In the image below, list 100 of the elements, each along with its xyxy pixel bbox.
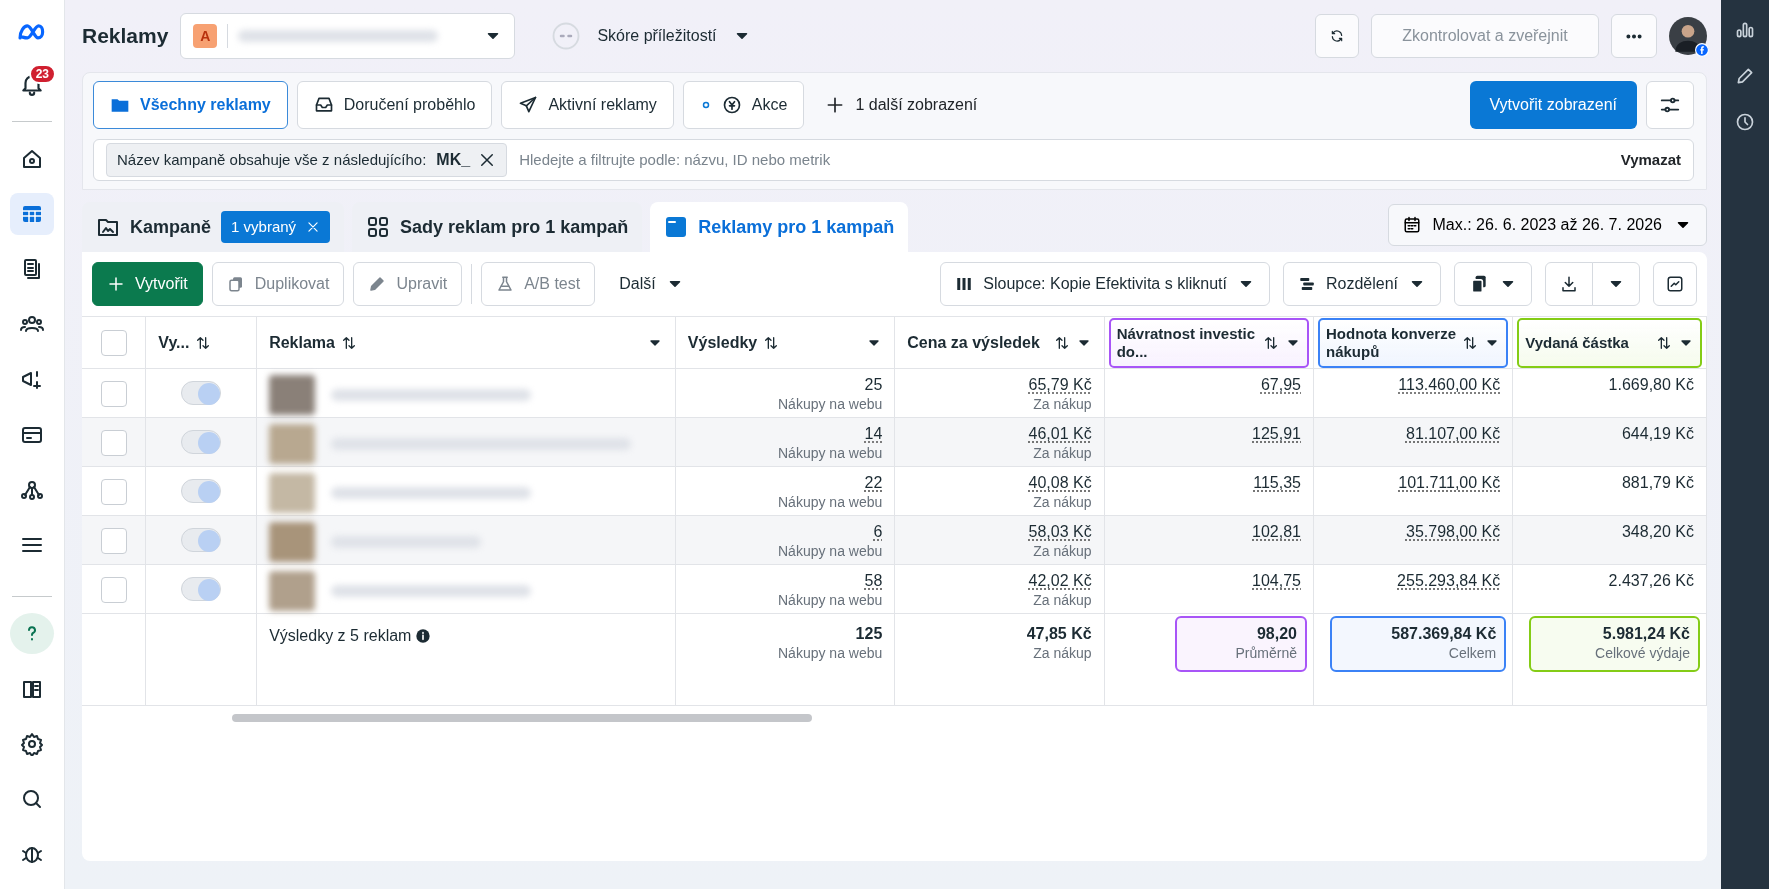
opportunity-score-dropdown[interactable]: Skóre příležitostí <box>597 24 751 48</box>
cell-caption: Za nákup <box>1032 644 1092 664</box>
row-checkbox[interactable] <box>100 577 127 603</box>
date-range-button[interactable]: Max.: 26. 6. 2023 až 26. 7. 2026 <box>1387 204 1707 246</box>
cell-value: 14 <box>863 424 883 444</box>
summary-label: Výsledky z 5 reklam <box>269 626 412 646</box>
cell-value: 644,19 Kč <box>1620 424 1694 444</box>
cell-value: 22 <box>863 473 883 493</box>
chart-icon <box>1666 275 1684 293</box>
cell-value: 2.437,26 Kč <box>1607 571 1694 591</box>
select-all-checkbox[interactable] <box>100 329 127 356</box>
cell-value: 115,35 <box>1252 473 1301 493</box>
selection-badge[interactable]: 1 vybraný <box>221 210 331 244</box>
info-icon[interactable] <box>415 628 432 644</box>
status-toggle[interactable] <box>181 381 222 405</box>
column-header[interactable]: Návratnost investic do... <box>1108 317 1309 368</box>
row-checkbox[interactable] <box>100 430 127 456</box>
calendar-icon <box>1402 216 1421 234</box>
sort-icon[interactable] <box>1462 334 1479 351</box>
column-header[interactable]: Výsledky <box>687 332 758 353</box>
more-views-button[interactable]: 1 další zobrazení <box>813 93 990 117</box>
account-avatar: A <box>193 24 218 48</box>
status-toggle[interactable] <box>181 577 222 601</box>
level-tab[interactable]: Reklamy pro 1 kampaň <box>650 202 909 252</box>
notification-badge: 23 <box>28 63 56 84</box>
column-header[interactable]: Reklama <box>269 332 335 353</box>
facebook-badge-icon <box>1695 43 1709 57</box>
charts-button[interactable] <box>1653 262 1697 306</box>
cell-value: 125 <box>854 624 883 644</box>
download-icon <box>1560 275 1578 293</box>
network-icon <box>20 478 44 502</box>
cell-caption: Nákupy na webu <box>777 444 883 464</box>
notifications-button[interactable]: 23 <box>10 63 54 106</box>
view-tab[interactable]: Všechny reklamy <box>93 81 288 129</box>
cell-caption: Celkové výdaje <box>1594 644 1690 664</box>
cell-value: 113.460,00 Kč <box>1397 375 1501 395</box>
close-icon <box>306 220 321 234</box>
reports-dropdown[interactable] <box>1454 262 1532 306</box>
stack-icon <box>1297 275 1316 293</box>
cell-caption: Za nákup <box>1032 444 1092 464</box>
scrollbar[interactable] <box>232 714 812 722</box>
view-settings-button[interactable] <box>1646 81 1694 129</box>
coin-icon <box>721 95 742 115</box>
cell-caption: Celkem <box>1447 644 1497 664</box>
view-tab[interactable]: Akce <box>682 81 805 129</box>
bar-chart-icon[interactable] <box>1735 20 1755 40</box>
cell-value: 6 <box>872 522 883 542</box>
cell-value: 102,81 <box>1251 522 1301 542</box>
plus-icon <box>107 275 125 293</box>
search-bar[interactable]: Název kampaně obsahuje vše z následujícího: MK_ Hledejte a filtrujte podle: názvu, ID nebo metrik Vymazat <box>93 139 1694 181</box>
cell-value: 25 <box>863 375 883 395</box>
window-icon <box>664 215 689 239</box>
column-header[interactable]: Vydaná částka <box>1517 317 1702 368</box>
status-toggle[interactable] <box>181 528 222 552</box>
cell-value: 104,75 <box>1251 571 1301 591</box>
view-tab[interactable]: Aktivní reklamy <box>501 81 674 129</box>
cell-caption: Nákupy na webu <box>777 395 883 415</box>
sort-icon[interactable] <box>1263 334 1279 351</box>
column-header[interactable]: Vy... <box>158 332 190 353</box>
duplicate-icon <box>226 275 245 293</box>
clock-icon[interactable] <box>1735 112 1755 132</box>
total-value: 5.981,24 Kč <box>1601 624 1690 644</box>
total-value: 98,20 <box>1255 624 1297 644</box>
breakdown-dropdown[interactable]: Rozdělení <box>1282 262 1441 306</box>
cell-value: 47,85 Kč <box>1025 624 1092 644</box>
sort-icon[interactable] <box>195 334 212 351</box>
create-view-button[interactable]: Vytvořit zobrazení <box>1469 81 1637 129</box>
paper-plane-icon <box>518 95 539 115</box>
status-toggle[interactable] <box>181 430 222 454</box>
inbox-icon <box>313 95 334 115</box>
row-checkbox[interactable] <box>100 381 127 407</box>
status-toggle[interactable] <box>181 479 222 503</box>
cell-caption: Za nákup <box>1032 591 1092 611</box>
create-button[interactable]: Vytvořit <box>92 262 203 306</box>
row-checkbox[interactable] <box>100 479 127 505</box>
column-header[interactable]: Hodnota konverze nákupů <box>1318 317 1509 368</box>
cell-value: 101.711,00 Kč <box>1397 473 1501 493</box>
flask-icon <box>496 275 515 293</box>
filter-chip[interactable]: Název kampaně obsahuje vše z následujícího: MK_ <box>106 143 508 177</box>
columns-dropdown[interactable]: Sloupce: Kopie Efektivita s kliknutí <box>940 262 1270 306</box>
export-button[interactable] <box>1545 262 1593 306</box>
cell-value: 348,20 Kč <box>1620 522 1694 542</box>
cell-value: 35.798,00 Kč <box>1405 522 1501 542</box>
more-icon <box>1626 33 1642 39</box>
sort-icon[interactable] <box>340 334 357 351</box>
sort-icon[interactable] <box>1053 334 1070 351</box>
view-tab[interactable]: Doručení proběhlo <box>296 81 493 129</box>
search-field[interactable]: Hledejte a filtrujte podle: názvu, ID nebo metrik <box>517 147 1611 173</box>
cell-value: 65,79 Kč <box>1027 375 1092 395</box>
sort-icon[interactable] <box>763 334 780 351</box>
user-avatar[interactable] <box>1669 17 1707 55</box>
sort-icon[interactable] <box>1656 334 1672 351</box>
row-checkbox[interactable] <box>100 528 127 554</box>
cell-value: 81.107,00 Kč <box>1405 424 1501 444</box>
cell-caption: Za nákup <box>1032 542 1092 562</box>
refresh-button[interactable] <box>1315 14 1359 58</box>
cell-value: 46,01 Kč <box>1027 424 1092 444</box>
cell-value: 58,03 Kč <box>1027 522 1092 542</box>
pencil-icon[interactable] <box>1735 66 1755 86</box>
clear-link[interactable]: Vymazat <box>1620 148 1681 172</box>
